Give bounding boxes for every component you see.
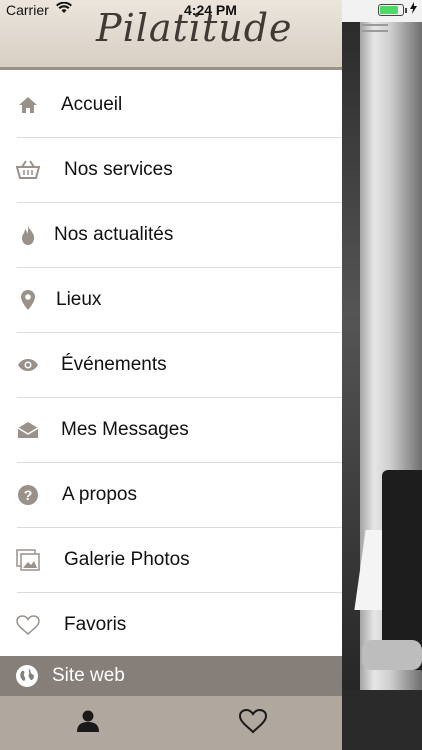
background-photo: [342, 0, 422, 750]
photo-hand: [362, 640, 422, 670]
menu-item-lieux[interactable]: Lieux: [0, 268, 342, 333]
menu-item-evenements[interactable]: Événements: [0, 333, 342, 398]
basket-icon: [16, 158, 40, 182]
menu-item-label: Accueil: [61, 94, 123, 115]
menu-item-label: Nos actualités: [54, 224, 174, 245]
hamburger-menu-icon[interactable]: [362, 24, 388, 38]
menu-item-galerie-photos[interactable]: Galerie Photos: [0, 528, 342, 593]
photo-shade: [342, 22, 360, 750]
menu-item-label: A propos: [62, 484, 137, 505]
status-bar: Carrier 4:24 PM: [0, 0, 422, 20]
heart-icon: [238, 708, 268, 739]
menu-item-mes-messages[interactable]: Mes Messages: [0, 398, 342, 463]
tab-favorites[interactable]: [238, 708, 268, 738]
menu-item-label: Nos services: [64, 159, 173, 180]
carrier-label: Carrier: [6, 2, 49, 18]
side-drawer: Pilatitude Accueil Nos services Nos actu…: [0, 0, 342, 750]
question-icon: ?: [16, 483, 40, 507]
menu-item-nos-services[interactable]: Nos services: [0, 138, 342, 203]
menu-item-label: Galerie Photos: [64, 549, 190, 570]
site-web-label: Site web: [52, 665, 125, 686]
site-web-link[interactable]: Site web: [0, 656, 342, 696]
svg-text:?: ?: [24, 487, 33, 503]
menu-item-label: Lieux: [56, 289, 102, 310]
tab-bar: [0, 696, 342, 750]
menu-item-accueil[interactable]: Accueil: [0, 73, 342, 138]
wifi-icon: [56, 1, 72, 17]
photos-icon: [16, 548, 40, 572]
menu-item-a-propos[interactable]: ? A propos: [0, 463, 342, 528]
tab-profile[interactable]: [73, 708, 103, 738]
flame-icon: [16, 223, 40, 247]
home-icon: [16, 93, 40, 117]
user-icon: [76, 709, 100, 738]
clock-time: 4:24 PM: [184, 2, 237, 18]
battery-icon: [378, 4, 404, 16]
drawer-menu: Accueil Nos services Nos actualités Lieu…: [0, 73, 342, 658]
charging-bolt-icon: [410, 2, 417, 17]
globe-icon: [16, 665, 38, 687]
battery-tip: [405, 8, 407, 13]
menu-item-label: Événements: [61, 354, 167, 375]
heart-outline-icon: [16, 613, 40, 637]
menu-item-nos-actualites[interactable]: Nos actualités: [0, 203, 342, 268]
menu-item-label: Mes Messages: [61, 419, 189, 440]
eye-icon: [16, 353, 40, 377]
menu-item-label: Favoris: [64, 614, 127, 635]
photo-bottom: [342, 690, 422, 750]
location-pin-icon: [16, 288, 40, 312]
envelope-icon: [16, 418, 40, 442]
menu-item-favoris[interactable]: Favoris: [0, 593, 342, 658]
